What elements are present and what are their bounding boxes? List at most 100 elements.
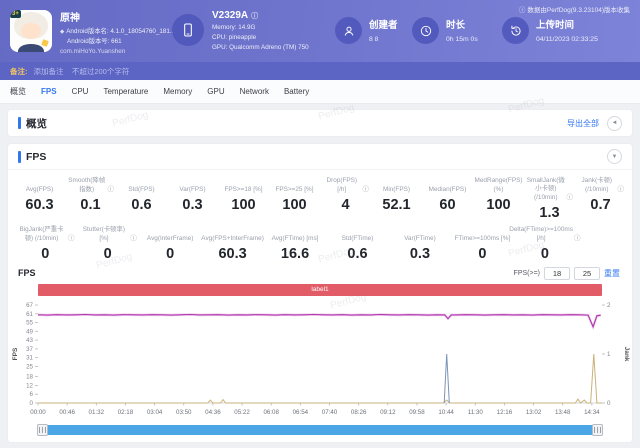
metric-label: SmallJank(微小卡顿) (/10min) ⓘ	[526, 177, 574, 202]
metric: Avg(InterFrame) 0	[139, 226, 201, 262]
svg-text:03:50: 03:50	[176, 409, 192, 416]
range-bar[interactable]	[38, 424, 602, 435]
metric: Drop(FPS) [/h] ⓘ 4	[320, 177, 371, 221]
metric-label: Jank(卡顿) (/10min) ⓘ	[581, 177, 625, 194]
metric-value: 0	[540, 245, 549, 262]
metric: BigJank(严重卡顿) (/10min) ⓘ 0	[14, 226, 76, 262]
info-icon[interactable]: ⓘ	[130, 235, 137, 243]
svg-text:0: 0	[30, 400, 34, 407]
fps-title-text: FPS	[26, 150, 47, 163]
metric-label: Delta(FTime)>=100ms [/h] ⓘ	[509, 226, 581, 242]
metric-value: 0.3	[182, 197, 203, 213]
info-icon[interactable]: ⓘ	[567, 194, 574, 202]
series-FPS	[37, 313, 601, 329]
perfdog-report-page: 3+ 原神 ◆ Android版本名: 4.1.0_18054760_181...…	[0, 0, 640, 448]
range-handle-left[interactable]	[37, 423, 48, 436]
svg-text:1: 1	[607, 351, 611, 358]
metric-label: Drop(FPS) [/h] ⓘ	[326, 177, 370, 194]
metric-label: FPS>=18 [%]	[224, 185, 263, 193]
fps-metrics-row-2: BigJank(严重卡顿) (/10min) ⓘ 0 Stutter(卡顿率) [%]…	[8, 223, 582, 264]
fps-threshold-input-2[interactable]	[574, 266, 600, 280]
svg-text:FPS: FPS	[12, 347, 19, 360]
note-bar[interactable]: 备注: 添加备注 不超过200个字符	[0, 62, 640, 80]
device-memory: Memory: 14.9G	[212, 24, 256, 31]
metric: Std(FPS) 0.6	[116, 177, 167, 221]
export-all-link[interactable]: 导出全部	[567, 118, 599, 129]
svg-text:31: 31	[26, 355, 33, 362]
app-version-name: Android版本名: 4.1.0_18054760_181...	[66, 28, 176, 35]
svg-text:55: 55	[26, 320, 33, 327]
metric-label: Var(FTime)	[404, 234, 436, 242]
metric-value: 0.6	[131, 197, 152, 213]
metric-value: 0	[478, 245, 487, 262]
reset-link[interactable]: 重置	[604, 268, 620, 279]
svg-text:02:18: 02:18	[118, 409, 134, 416]
metric-value: 60.3	[25, 197, 54, 213]
tab-Battery[interactable]: Battery	[284, 87, 309, 96]
metric-label: MedRange(FPS)(%)	[474, 177, 523, 193]
tab-CPU[interactable]: CPU	[72, 87, 89, 96]
metric: Std(FTime) 0.6	[326, 226, 388, 262]
svg-text:67: 67	[26, 302, 33, 309]
svg-text:6: 6	[30, 391, 34, 398]
history-clock-icon	[502, 17, 529, 44]
metric-label: Smooth(降帧指数) ⓘ	[68, 177, 115, 194]
fps-threshold-label: FPS(>=)	[513, 269, 540, 277]
chart-range-scrollbar[interactable]	[37, 423, 603, 436]
svg-text:37: 37	[26, 346, 33, 353]
svg-text:18: 18	[26, 374, 33, 381]
info-icon[interactable]: ⓘ	[574, 235, 581, 243]
metric-value: 16.6	[280, 245, 310, 262]
tab-概览[interactable]: 概览	[10, 86, 26, 97]
upload-block: 上传时间 04/11/2023 02:33:25	[536, 15, 598, 43]
metric-label: Avg(FPS)	[25, 185, 54, 193]
tab-bar: 概览 FPS CPU Temperature Memory GPU Network Batte…	[0, 80, 640, 104]
section-accent-bar	[18, 150, 21, 163]
tab-FPS[interactable]: FPS	[41, 87, 57, 96]
tab-Temperature[interactable]: Temperature	[103, 87, 148, 96]
info-icon[interactable]: ⓘ	[108, 186, 115, 194]
svg-text:0: 0	[607, 400, 611, 407]
clock-icon	[412, 17, 439, 44]
metric: Jank(卡顿) (/10min) ⓘ 0.7	[575, 177, 626, 221]
svg-text:12:16: 12:16	[497, 409, 513, 416]
metric-value: 0	[166, 245, 175, 262]
chart-annotation-label: label1	[38, 283, 602, 296]
device-info: V2329A ⓘ Memory: 14.9G CPU: pineapple GPU…	[212, 10, 309, 52]
series-SmallJank	[443, 353, 450, 404]
metric: Smooth(降帧指数) ⓘ 0.1	[65, 177, 116, 221]
collect-note: ⓘ 数据由PerfDog(9.3.23104)版本收集	[519, 4, 630, 14]
metric-value: 0.6	[347, 245, 368, 262]
metric: FTime>=100ms [%] 0	[451, 226, 513, 262]
metric: Min(FPS) 52.1	[371, 177, 422, 221]
collapse-overview-button[interactable]: ◄	[607, 115, 622, 131]
range-handle-right[interactable]	[592, 423, 603, 436]
info-icon[interactable]: ⓘ	[251, 13, 258, 20]
metric-label: Std(FPS)	[128, 185, 155, 193]
metric: FPS>=25 [%] 100	[269, 177, 320, 221]
metric-label: Avg(InterFrame)	[146, 234, 194, 242]
fps-chart[interactable]: 061218253137434955616701200:00 00:46 01:32…	[8, 299, 632, 421]
metric-label: Std(FTime)	[341, 234, 374, 242]
svg-text:01:32: 01:32	[89, 409, 105, 416]
device-cpu: CPU: pineapple	[212, 33, 257, 41]
info-icon[interactable]: ⓘ	[618, 186, 625, 194]
tab-Network[interactable]: Network	[240, 87, 269, 96]
fps-chart-header: FPS FPS(>=) 重置	[8, 264, 632, 282]
fps-threshold-input-1[interactable]	[544, 266, 570, 280]
metric-label: Var(FPS)	[179, 185, 206, 193]
app-info: 原神 ◆ Android版本名: 4.1.0_18054760_181... An…	[60, 9, 175, 56]
duration-block: 时长 0h 15m 0s	[446, 15, 478, 43]
collapse-fps-button[interactable]: ▼	[607, 149, 622, 164]
info-icon[interactable]: ⓘ	[363, 186, 370, 194]
fps-section: FPS ▼ Avg(FPS) 60.3 Smooth(降帧指数) ⓘ 0.1 Std(FP…	[8, 144, 632, 442]
tab-GPU[interactable]: GPU	[207, 87, 224, 96]
tab-Memory[interactable]: Memory	[163, 87, 192, 96]
svg-text:09:12: 09:12	[380, 409, 396, 416]
creator-label: 创建者	[369, 20, 398, 31]
metric: Var(FPS) 0.3	[167, 177, 218, 221]
metric-value: 0	[103, 245, 112, 262]
metric: MedRange(FPS)(%) 100	[473, 177, 524, 221]
metric-value: 60	[439, 197, 456, 213]
info-icon[interactable]: ⓘ	[68, 235, 75, 243]
